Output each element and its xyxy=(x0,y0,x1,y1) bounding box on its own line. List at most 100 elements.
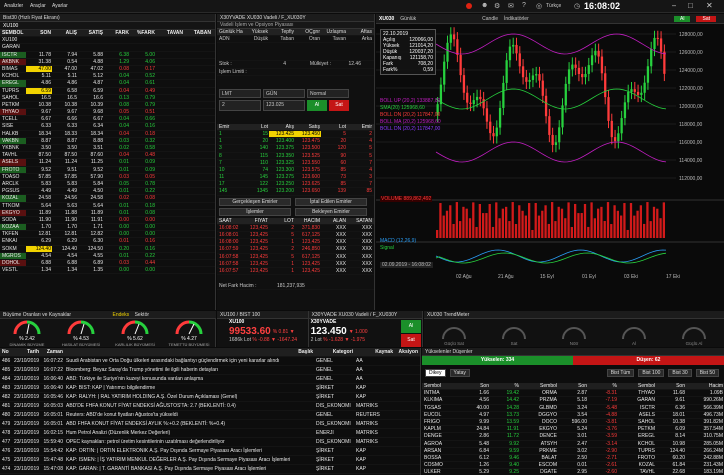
watchlist-row[interactable]: TOASO 57.85 57.85 57.90 0.03 0.05 xyxy=(0,174,215,181)
depth-row[interactable]: 11 145 123.275 123.600 73 3 xyxy=(217,174,374,182)
watchlist-row[interactable]: SAHOL 16.5 16.5 16.6 0.13 0.79 xyxy=(0,95,215,102)
watchlist-row[interactable]: EKGYO 11.89 11.88 11.89 0.01 0.08 xyxy=(0,209,215,217)
help-icon[interactable]: ? xyxy=(522,2,526,9)
tab-bist-50[interactable]: Bist 50 xyxy=(695,369,719,377)
watchlist-row[interactable]: ASELS 11.24 11.24 11.25 0.01 0.09 xyxy=(0,159,215,167)
watchlist-row[interactable]: XU100 xyxy=(0,37,215,45)
movers-row[interactable]: ULKER 5.29 9.25 DGATE 2.95 -2.60 TAVHL 22.68 183… xyxy=(422,469,724,475)
buy-button[interactable]: Al xyxy=(307,99,327,111)
watchlist-row[interactable]: KOZAA 1.70 1.70 1.71 0.00 0.00 xyxy=(0,224,215,232)
news-row[interactable]: 474 23/10/2019 15:47:08 KAP: GARAN: | T. GA… xyxy=(0,465,420,474)
news-row[interactable]: 483 23/10/2019 16:06:40 KAP: BIST: KAP | Ya… xyxy=(0,384,420,393)
watchlist-row[interactable]: FROTO 9.52 9.51 9.52 0.01 0.09 xyxy=(0,166,215,174)
watchlist-row[interactable]: DOHOL 6.88 6.88 6.89 0.03 0.44 xyxy=(0,260,215,268)
depth-row[interactable]: 1 15 123.425 123.450 5 2 xyxy=(217,130,374,139)
chart-buy-button[interactable]: Al xyxy=(674,15,691,22)
news-row[interactable]: 485 23/10/2019 16:07:22 Bloomberg: Beyaz Sa… xyxy=(0,366,420,375)
sell-button[interactable]: Sat xyxy=(329,99,349,111)
chart-indicators[interactable]: İndikatörler xyxy=(504,16,529,22)
watchlist-row[interactable]: KOZAL 24.58 24.56 24.58 0.02 0.08 xyxy=(0,195,215,203)
order-days-select[interactable]: GÜN xyxy=(263,88,305,98)
depth-row[interactable]: 3 140 123.375 123.500 120 5 xyxy=(217,145,374,153)
watchlist-row[interactable]: GARAN xyxy=(0,44,215,52)
depth-row[interactable]: 17 122 123.250 123.625 85 7 xyxy=(217,181,374,189)
trades-button[interactable]: İşlemler xyxy=(219,207,291,216)
depth-row[interactable]: 8 115 123.350 123.525 90 5 xyxy=(217,153,374,160)
depth-row[interactable]: 10 74 123.300 123.575 85 4 xyxy=(217,167,374,175)
movers-row[interactable]: AGROA 5.48 9.92 ATSYH 2.47 -3.14 KCHOL 10.98 285… xyxy=(422,441,724,448)
quote-buy-button[interactable]: Al xyxy=(401,320,421,333)
executed-orders-button[interactable]: Gerçekleşen Emirler xyxy=(219,197,291,206)
news-row[interactable]: 477 23/10/2019 15:59:40 OPEC kaynakları: pe… xyxy=(0,438,420,447)
language-select[interactable]: Türkçe xyxy=(546,3,561,9)
growth-tab-sector[interactable]: Sektör xyxy=(135,312,149,318)
minimize-icon[interactable]: – xyxy=(672,1,676,10)
news-row[interactable]: 484 23/10/2019 16:06:40 ABD: Türkiye ile Su… xyxy=(0,375,420,384)
quote-sell-button[interactable]: Sat xyxy=(401,334,421,347)
watchlist-row[interactable]: TUPRS 6.59 6.58 6.59 0.04 0.49 xyxy=(0,87,215,95)
depth-row[interactable]: 145 1345 123.200 123.650 139 85 xyxy=(217,188,374,196)
depth-row[interactable]: 7 110 123.325 123.550 60 7 xyxy=(217,160,374,167)
chart-sell-button[interactable]: Sat xyxy=(696,15,716,22)
order-normal-select[interactable]: Normal xyxy=(307,88,349,98)
menu-araclar[interactable]: Araçlar xyxy=(30,3,46,9)
tab-dikey[interactable]: Dikey xyxy=(425,369,446,377)
pending-orders-button[interactable]: Bekleyen Emirler xyxy=(295,207,367,216)
watchlist-row[interactable]: YKBNK 3.50 3.50 3.51 0.02 0.58 xyxy=(0,145,215,153)
tab-bist-tum[interactable]: Bist Tüm xyxy=(606,369,635,377)
movers-row[interactable]: EUCOL 4.97 13.73 DGGYO 3.54 -4.88 ASELS 18.01 49… xyxy=(422,412,724,419)
news-row[interactable]: 481 23/10/2019 16:05:03 ABD'DE FHFA KONUT F… xyxy=(0,402,420,411)
tab-yatay[interactable]: Yatay xyxy=(449,369,470,377)
chart-symbol[interactable]: XU030 xyxy=(379,16,394,22)
watchlist-row[interactable]: PETKM 10.38 10.38 10.39 0.08 0.79 xyxy=(0,102,215,110)
movers-row[interactable]: FRIGO 9.99 13.59 DOCO 596.00 -3.81 SAHOL 10.38 3… xyxy=(422,419,724,427)
movers-row[interactable]: TGSAS 40.00 14.28 GLBMD 3.24 -5.48 ISCTR 6.36 56… xyxy=(422,405,724,412)
watchlist-row[interactable]: THYAO 9.67 9.67 9.68 0.05 0.51 xyxy=(0,109,215,117)
watchlist-row[interactable]: TAVHL 87.50 87.50 87.60 0.04 0.48 xyxy=(0,152,215,160)
movers-row[interactable]: KLKIMA 4.56 14.42 PRZMA 5.18 -7.19 GARAN 9.61 99… xyxy=(422,397,724,405)
price-input[interactable]: 123.025 xyxy=(263,99,305,111)
news-row[interactable]: 482 23/10/2019 16:05:46 KAP: RALYH: | RAL Y… xyxy=(0,393,420,402)
watchlist-row[interactable]: SODA 11.90 11.90 11.91 0.00 0.00 xyxy=(0,217,215,225)
movers-row[interactable]: BOSSA 6.12 9.46 BALAT 2.50 -2.71 FROTO 60.20 242… xyxy=(422,455,724,463)
watchlist-search[interactable]: XU100 xyxy=(0,22,215,30)
news-row[interactable]: 476 23/10/2019 15:54:42 KAP: ORTIN: | ORTIN… xyxy=(0,447,420,456)
watchlist-row[interactable]: BIMAS 47.00 47.00 47.02 0.08 0.17 xyxy=(0,65,215,74)
growth-tab-index[interactable]: Endeks xyxy=(112,312,129,318)
watchlist-search-input[interactable]: XU100 xyxy=(3,23,18,29)
news-row[interactable]: 486 23/10/2019 16:07:22 Suudi Arabistan ve … xyxy=(0,357,420,366)
watchlist-row[interactable]: KCHOL 5.11 5.11 5.12 0.04 0.52 xyxy=(0,73,215,81)
settings-icon[interactable]: ⚙ xyxy=(494,2,500,10)
menu-ayarlar[interactable]: Ayarlar xyxy=(52,3,68,9)
user-icon[interactable]: ☻ xyxy=(481,2,488,9)
watchlist-row[interactable]: ARCLK 5.83 5.83 5.84 0.05 0.78 xyxy=(0,181,215,189)
news-row[interactable]: 478 23/10/2019 16:02:15 Hum Petrol Analizi … xyxy=(0,429,420,438)
watchlist-row[interactable]: PGSUS 4.49 4.49 4.50 0.01 0.22 xyxy=(0,188,215,196)
watchlist-row[interactable]: HALKB 18.34 18.33 18.34 0.04 0.18 xyxy=(0,131,215,138)
movers-row[interactable]: DENGE 2.86 11.72 DENCE 3.01 -3.59 EREGL 8.14 310… xyxy=(422,433,724,441)
watchlist-row[interactable]: TCELL 6.67 6.66 6.67 0.04 0.66 xyxy=(0,116,215,124)
tab-bist-30[interactable]: Bist 30 xyxy=(668,369,692,377)
record-icon[interactable] xyxy=(466,3,472,9)
close-icon[interactable]: ✕ xyxy=(706,1,713,10)
mail-icon[interactable]: ✉ xyxy=(508,2,514,10)
depth-row[interactable]: 1 20 123.400 123.475 20 4 xyxy=(217,138,374,146)
movers-row[interactable]: KAPLM 24.84 11.91 EKGYO 5.24 -3.76 PETKM 6.09 35… xyxy=(422,426,724,434)
watchlist-row[interactable]: SOKM 124.40 124.40 124.50 0.20 0.16 xyxy=(0,245,215,253)
news-row[interactable]: 479 23/10/2019 16:05:01 ABD FHFA KONUT FİYA… xyxy=(0,420,420,429)
movers-row[interactable]: COSMO 1.26 9.40 ESCOM 0.01 -2.61 KOZAL 61.84 231… xyxy=(422,462,724,470)
globe-icon[interactable]: ◎ xyxy=(536,2,542,10)
watchlist-row[interactable]: AKBNK 31.38 0.54 4.88 1.29 4.06 xyxy=(0,58,215,66)
watchlist-row[interactable]: MGROS 4.54 4.54 4.55 0.01 0.22 xyxy=(0,252,215,260)
watchlist-row[interactable]: SISE 6.33 6.33 6.34 0.04 0.16 xyxy=(0,123,215,131)
watchlist-row[interactable]: EREGL 4.86 4.86 4.87 0.04 0.61 xyxy=(0,80,215,88)
watchlist-row[interactable]: VESTL 1.34 1.34 1.35 0.00 0.00 xyxy=(0,267,215,275)
watchlist-row[interactable]: ISCTR 11.78 7.94 5.88 6.38 5.00 xyxy=(0,51,215,59)
news-row[interactable]: 480 23/10/2019 16:05:01 Reuters: ABD'de kon… xyxy=(0,411,420,420)
chart-style[interactable]: Candle xyxy=(482,16,498,22)
movers-row[interactable]: ARSAN 6.84 9.59 PRKME 3.02 -2.90 TUPRS 124.40 26… xyxy=(422,448,724,455)
watchlist-row[interactable]: TKFEN 12.81 12.81 12.82 0.00 0.00 xyxy=(0,231,215,239)
watchlist-row[interactable]: TTKOM 5.64 5.63 5.64 0.01 0.18 xyxy=(0,203,215,210)
order-type-select[interactable]: LMT xyxy=(219,88,261,98)
cancelled-orders-button[interactable]: İptal Edilen Emirler xyxy=(295,197,367,206)
